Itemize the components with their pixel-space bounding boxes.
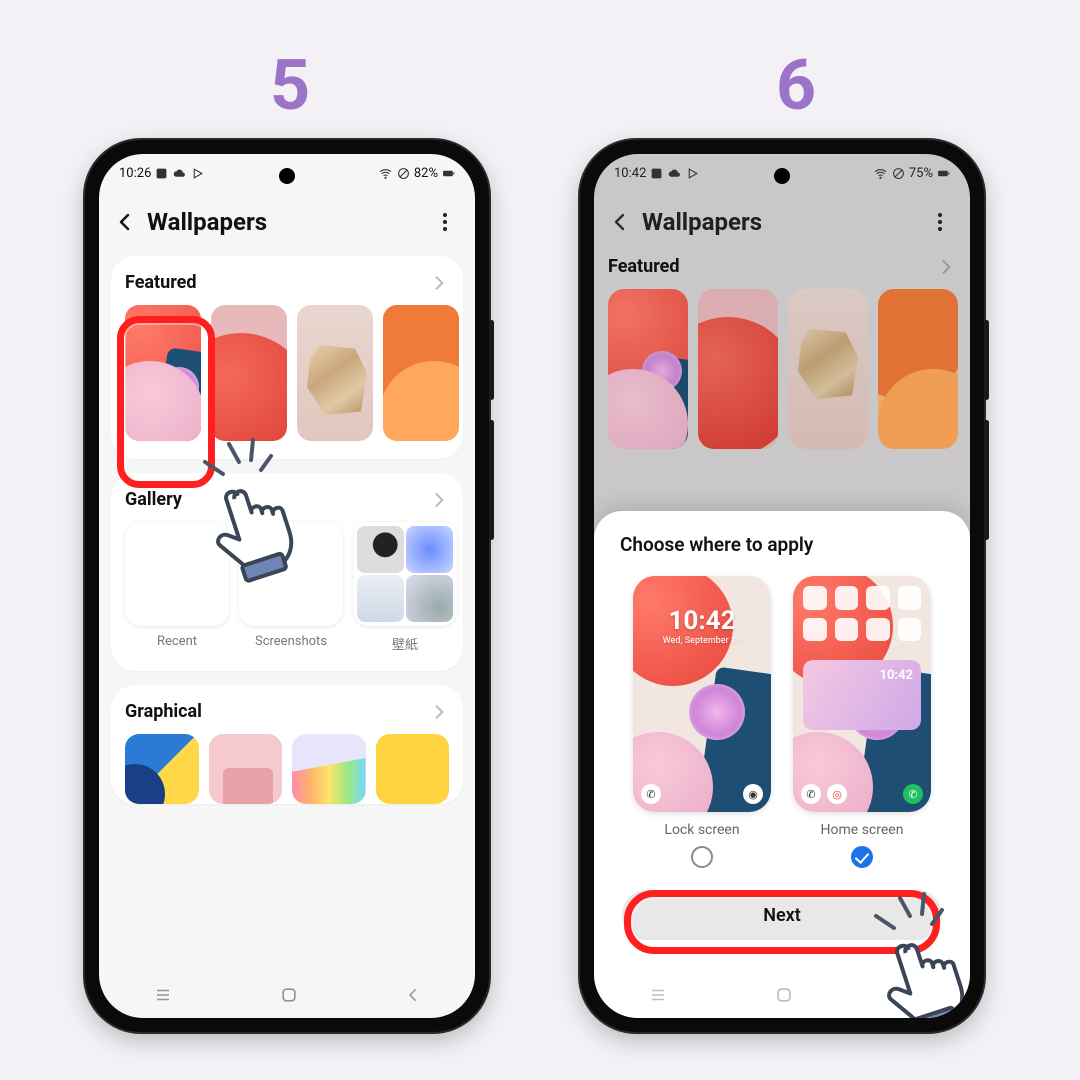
status-battery-text: 75% bbox=[909, 166, 933, 181]
recents-nav-icon[interactable] bbox=[152, 986, 174, 1004]
gallery-section: Gallery Recent Screenshots bbox=[111, 473, 463, 671]
gallery-tile-wallpapers-jp[interactable]: 壁紙 bbox=[353, 522, 457, 653]
home-nav-icon[interactable] bbox=[279, 985, 299, 1005]
lock-clock: 10:42 Wed, September 11 bbox=[633, 606, 771, 646]
gallery-tile-recent[interactable]: Recent bbox=[125, 522, 229, 653]
graphical-wallpaper-4[interactable] bbox=[376, 734, 450, 804]
page-title: Wallpapers bbox=[147, 208, 433, 236]
apply-label: Lock screen bbox=[664, 822, 739, 838]
image-icon bbox=[650, 167, 663, 180]
step-number-6: 6 bbox=[776, 45, 816, 127]
lock-camera-icon: ◉ bbox=[743, 784, 763, 804]
no-signal-icon bbox=[892, 167, 905, 180]
gallery-label: Screenshots bbox=[239, 634, 343, 649]
header: Wallpapers bbox=[99, 192, 475, 256]
graphical-wallpaper-1[interactable] bbox=[125, 734, 199, 804]
highlight-next-button bbox=[624, 890, 940, 954]
gallery-label: 壁紙 bbox=[353, 634, 457, 653]
android-navbar bbox=[99, 972, 475, 1018]
apply-label: Home screen bbox=[821, 822, 904, 838]
back-icon[interactable] bbox=[113, 210, 137, 234]
lock-phone-icon: ✆ bbox=[641, 784, 661, 804]
home-call-icon: ✆ bbox=[903, 784, 923, 804]
gallery-title: Gallery bbox=[125, 489, 182, 510]
battery-icon bbox=[937, 167, 950, 180]
back-nav-icon[interactable] bbox=[404, 986, 422, 1004]
no-signal-icon bbox=[397, 167, 410, 180]
graphical-wallpaper-2[interactable] bbox=[209, 734, 283, 804]
battery-icon bbox=[442, 167, 455, 180]
cloud-icon bbox=[172, 167, 187, 180]
gallery-tile-screenshots[interactable]: Screenshots bbox=[239, 522, 343, 653]
graphical-section: Graphical bbox=[111, 685, 463, 804]
android-navbar bbox=[594, 972, 970, 1018]
step-number-5: 5 bbox=[270, 45, 310, 127]
gallery-label: Recent bbox=[125, 634, 229, 649]
apply-option-lock-screen[interactable]: 10:42 Wed, September 11 ✆ ◉ Lock screen bbox=[631, 576, 773, 868]
sheet-title: Choose where to apply bbox=[620, 533, 948, 556]
play-icon bbox=[191, 167, 204, 180]
home-icons bbox=[803, 586, 921, 641]
status-time: 10:42 bbox=[614, 166, 646, 181]
chevron-right-icon[interactable] bbox=[429, 490, 449, 510]
highlight-featured-wallpaper bbox=[117, 316, 215, 488]
phone-step-5: 10:26 82% bbox=[85, 140, 489, 1032]
wifi-icon bbox=[873, 167, 888, 180]
radio-home-screen[interactable] bbox=[851, 846, 873, 868]
back-nav-icon[interactable] bbox=[899, 986, 917, 1004]
radio-lock-screen[interactable] bbox=[691, 846, 713, 868]
status-battery-text: 82% bbox=[414, 166, 438, 181]
phone-step-6: 10:42 75% Wallpapers Featured bbox=[580, 140, 984, 1032]
more-options-icon[interactable] bbox=[433, 213, 457, 231]
graphical-title: Graphical bbox=[125, 701, 202, 722]
apply-option-home-screen[interactable]: 10:42 ✆ ◎ ✆ Home screen bbox=[791, 576, 933, 868]
featured-wallpaper-2[interactable] bbox=[211, 305, 287, 441]
home-widget: 10:42 bbox=[803, 660, 921, 730]
camera-hole bbox=[774, 168, 790, 184]
featured-wallpaper-3[interactable] bbox=[297, 305, 373, 441]
graphical-wallpaper-3[interactable] bbox=[292, 734, 366, 804]
home-nav-icon[interactable] bbox=[774, 985, 794, 1005]
image-icon bbox=[155, 167, 168, 180]
chevron-right-icon[interactable] bbox=[429, 273, 449, 293]
cloud-icon bbox=[667, 167, 682, 180]
home-phone-icon: ✆ bbox=[801, 784, 821, 804]
camera-hole bbox=[279, 168, 295, 184]
recents-nav-icon[interactable] bbox=[647, 986, 669, 1004]
chevron-right-icon[interactable] bbox=[429, 702, 449, 722]
featured-wallpaper-4[interactable] bbox=[383, 305, 459, 441]
home-app-icon: ◎ bbox=[827, 784, 847, 804]
featured-title: Featured bbox=[125, 272, 197, 293]
play-icon bbox=[686, 167, 699, 180]
wifi-icon bbox=[378, 167, 393, 180]
status-time: 10:26 bbox=[119, 166, 151, 181]
